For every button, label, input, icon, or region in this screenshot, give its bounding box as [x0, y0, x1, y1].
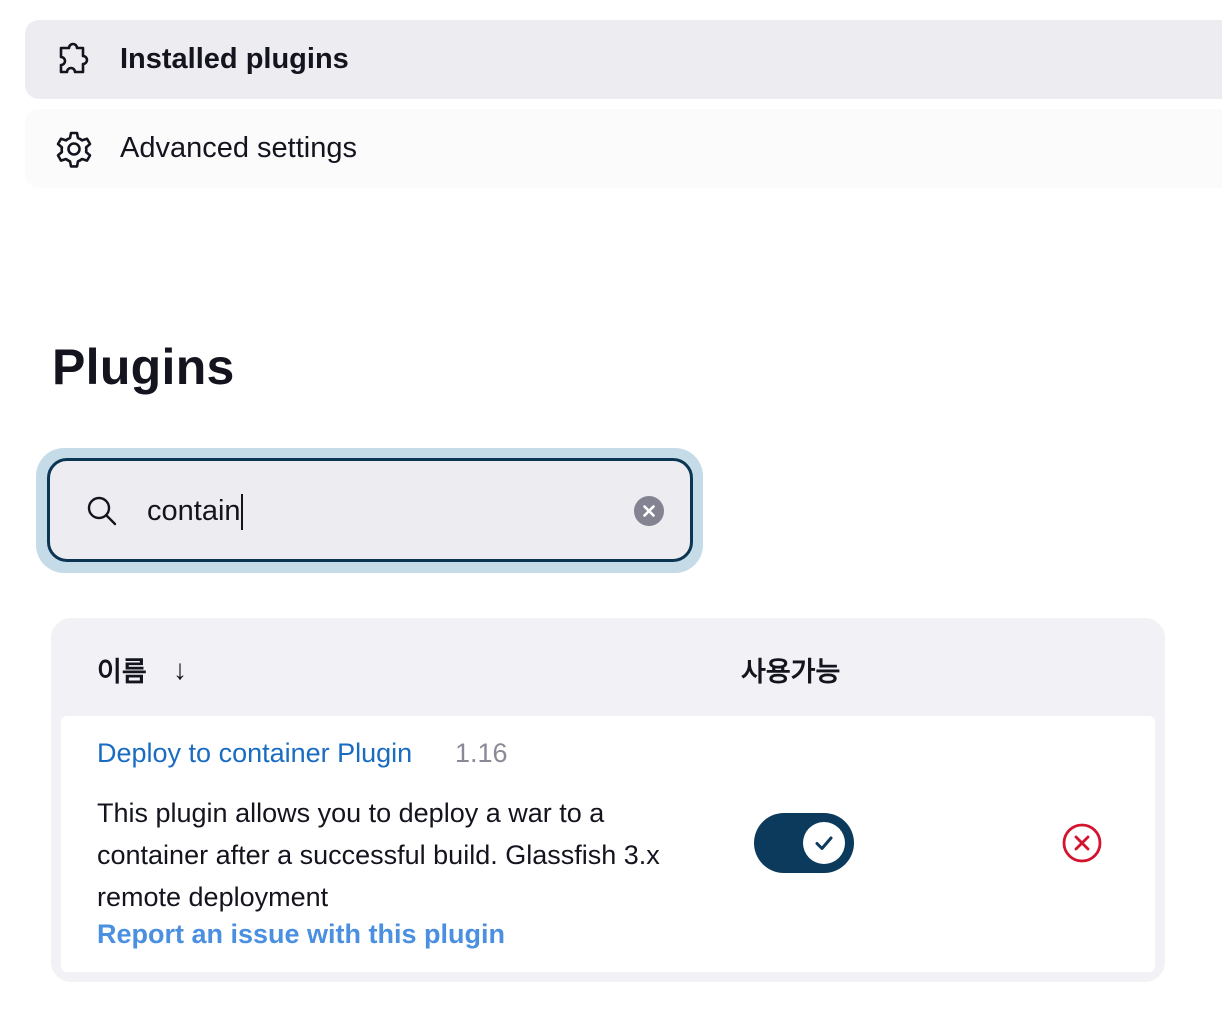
search-input[interactable]: [147, 491, 617, 531]
column-header-name[interactable]: 이름: [97, 650, 147, 689]
sort-arrow-icon[interactable]: ↓: [173, 654, 187, 686]
nav-item-installed-plugins[interactable]: Installed plugins: [25, 20, 1222, 99]
search-box[interactable]: [47, 458, 693, 562]
report-issue-link[interactable]: Report an issue with this plugin: [97, 919, 505, 950]
check-icon: [803, 822, 845, 864]
nav-item-label: Installed plugins: [120, 43, 349, 75]
plugin-description: This plugin allows you to deploy a war t…: [97, 798, 660, 912]
gear-icon: [53, 128, 95, 170]
clear-icon[interactable]: [634, 496, 664, 526]
puzzle-icon: [53, 39, 95, 81]
page-title: Plugins: [52, 339, 235, 395]
search-icon: [85, 494, 119, 528]
plugin-name-link[interactable]: Deploy to container Plugin: [97, 738, 412, 769]
plugin-version: 1.16: [455, 738, 508, 768]
nav-item-label: Advanced settings: [120, 132, 357, 164]
plugins-table: 이름 ↓ 사용가능 Deploy to container Plugin 1.1…: [51, 618, 1165, 982]
table-row: Deploy to container Plugin 1.16 This plu…: [61, 716, 1155, 972]
uninstall-icon[interactable]: [1061, 822, 1103, 864]
column-header-enabled[interactable]: 사용가능: [741, 650, 840, 689]
nav-item-advanced-settings[interactable]: Advanced settings: [25, 109, 1222, 188]
text-caret: [241, 494, 243, 530]
enabled-toggle[interactable]: [754, 813, 854, 873]
